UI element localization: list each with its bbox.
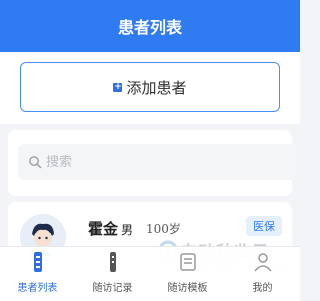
tab-label: 随访模板 xyxy=(167,283,208,294)
profile-icon xyxy=(253,253,272,272)
search-card xyxy=(8,130,296,196)
search-box[interactable] xyxy=(18,144,296,180)
add-patient-section: + 添加患者 xyxy=(0,52,300,124)
tab-profile[interactable]: 我的 xyxy=(225,247,300,301)
patient-name: 霍金 xyxy=(88,220,119,238)
plus-icon: + xyxy=(113,81,123,92)
page-title: 患者列表 xyxy=(117,18,182,37)
followup-template-icon xyxy=(179,253,196,271)
tab-label: 患者列表 xyxy=(17,283,58,294)
patient-list-icon xyxy=(33,252,42,272)
tab-patient-list[interactable]: 患者列表 xyxy=(0,247,75,301)
search-icon xyxy=(29,156,42,169)
tab-label: 随访记录 xyxy=(92,283,133,294)
tab-followup-record[interactable]: 随访记录 xyxy=(75,247,150,301)
search-input[interactable] xyxy=(46,154,266,170)
followup-record-icon xyxy=(109,252,116,272)
tab-label: 我的 xyxy=(252,283,273,294)
patient-sex: 男 xyxy=(121,223,134,237)
tab-followup-template[interactable]: 随访模板 xyxy=(150,247,225,301)
insurance-badge: 医保 xyxy=(246,216,282,236)
add-patient-button[interactable]: + 添加患者 xyxy=(20,62,280,112)
app-header: 患者列表 xyxy=(0,0,300,52)
patient-age: 100岁 xyxy=(146,222,181,236)
add-patient-label: 添加患者 xyxy=(126,78,187,97)
bottom-tab-bar: 患者列表 随访记录 随访模板 我的 xyxy=(0,246,300,301)
